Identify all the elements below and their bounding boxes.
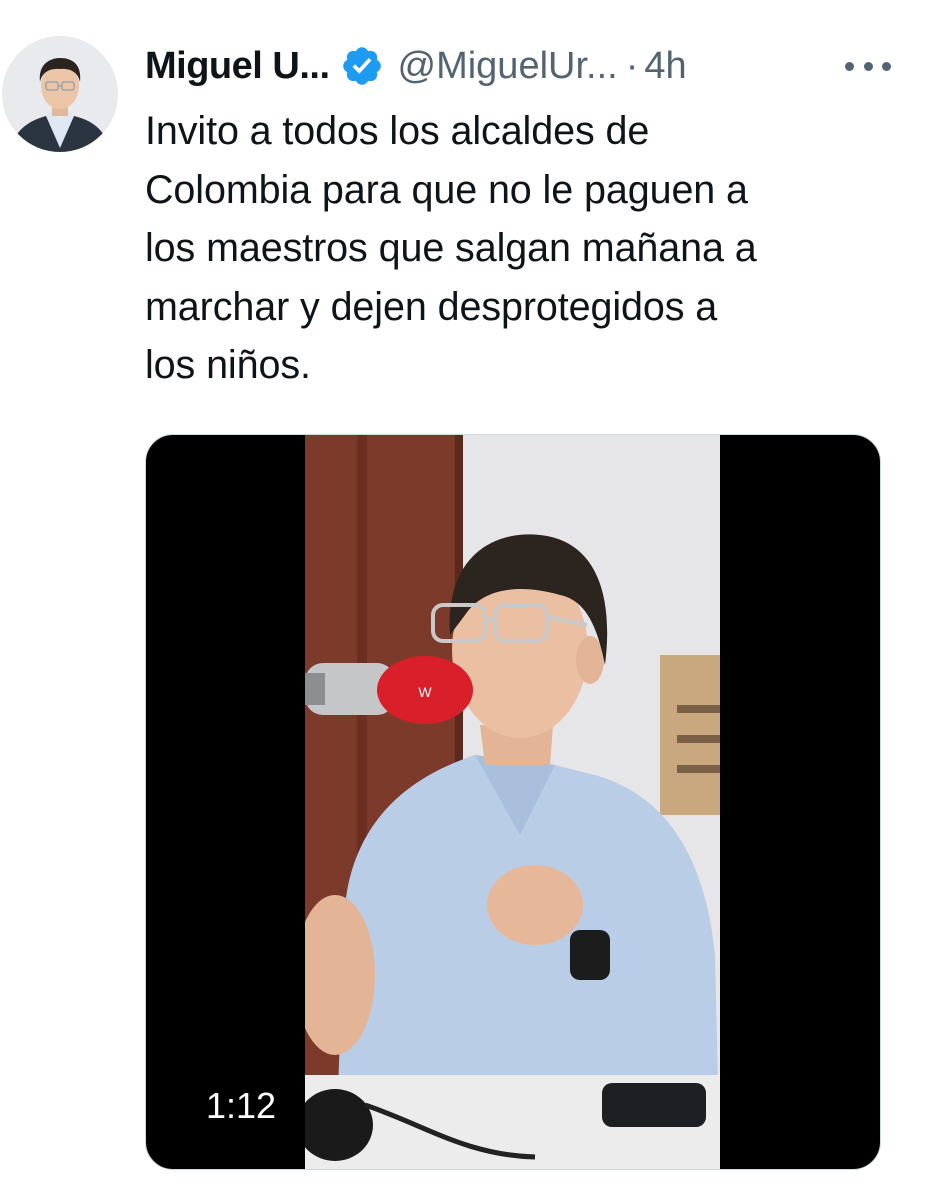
avatar[interactable] bbox=[2, 36, 118, 152]
tweet-text-line: los maestros que salgan mañana a bbox=[145, 226, 757, 270]
tweet-text-line: Colombia para que no le paguen a bbox=[145, 167, 748, 212]
verified-badge-icon bbox=[340, 44, 384, 88]
tweet-text-line: marchar y dejen desprotegidos a bbox=[145, 284, 718, 329]
tweet-text-line: los niños. bbox=[145, 343, 311, 387]
svg-text:W: W bbox=[418, 684, 432, 700]
more-options-icon[interactable] bbox=[845, 46, 891, 86]
tweet[interactable]: Miguel U... @MiguelUr... · 4h Invito a t… bbox=[0, 0, 931, 1200]
author-name[interactable]: Miguel U... bbox=[145, 45, 330, 88]
video-player[interactable]: W 1:12 bbox=[145, 434, 881, 1170]
video-duration: 1:12 bbox=[192, 1081, 291, 1131]
timestamp[interactable]: 4h bbox=[644, 45, 686, 88]
tweet-text: Invito a todos los alcaldes de Colombia … bbox=[145, 102, 905, 395]
tweet-header: Miguel U... @MiguelUr... · 4h bbox=[145, 38, 891, 94]
separator-dot: · bbox=[625, 44, 639, 87]
tweet-text-line: Invito a todos los alcaldes de bbox=[145, 109, 650, 153]
video-thumbnail[interactable]: W bbox=[305, 435, 720, 1169]
avatar-image bbox=[2, 36, 118, 152]
author-handle[interactable]: @MiguelUr... bbox=[398, 45, 618, 88]
